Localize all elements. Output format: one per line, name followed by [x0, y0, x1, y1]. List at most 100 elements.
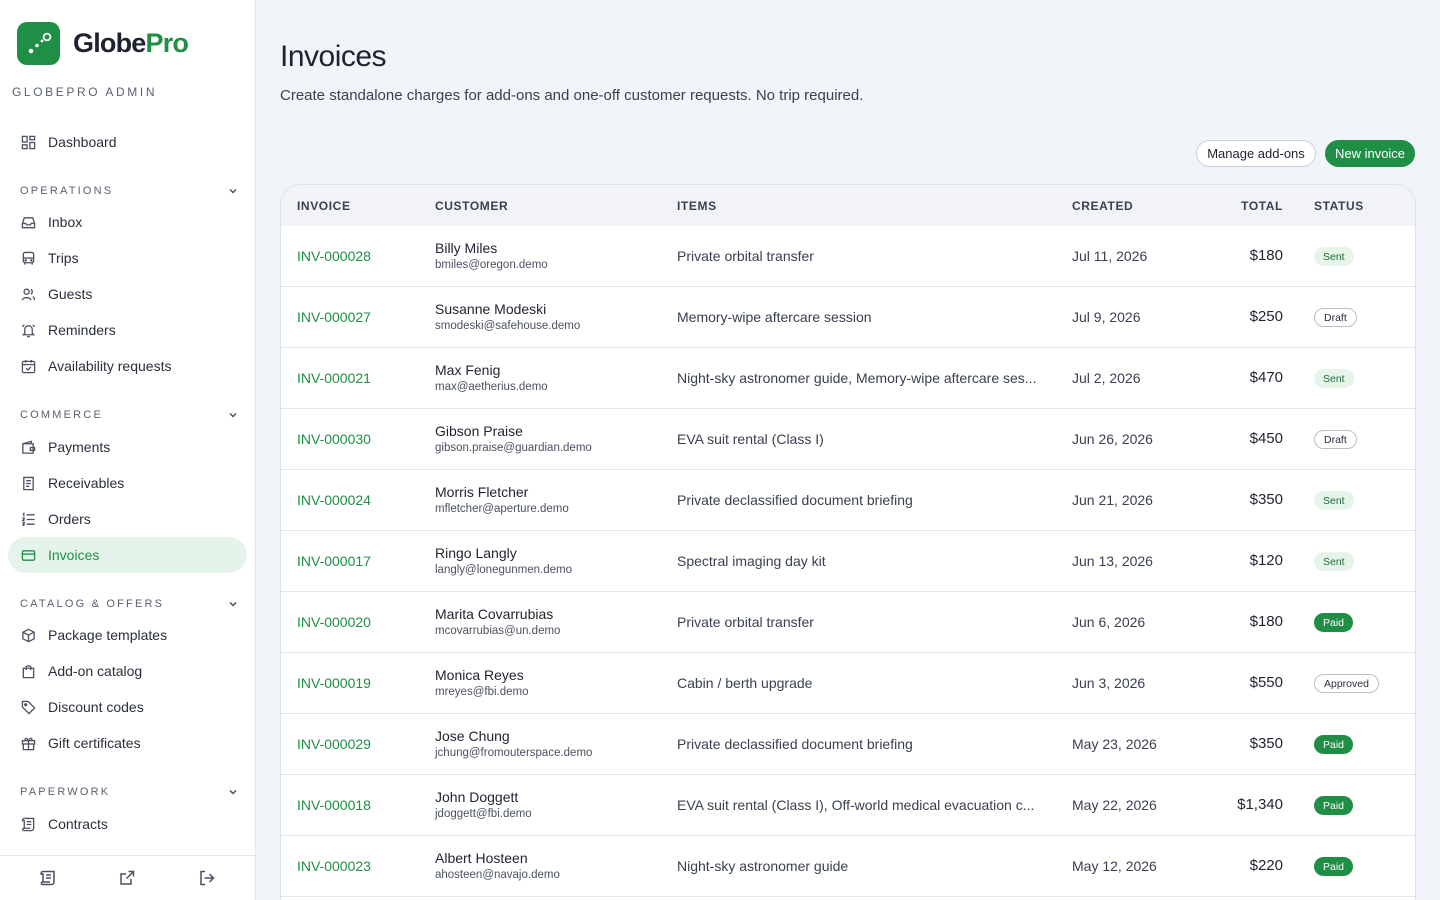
- sidebar-footer: [0, 855, 255, 900]
- sidebar-item-label: Receivables: [48, 475, 125, 491]
- invoice-id-link[interactable]: INV-000029: [297, 736, 371, 752]
- created-date: Jun 3, 2026: [1072, 675, 1146, 691]
- table-row[interactable]: INV-000017 Ringo Langly langly@lonegunmen.…: [281, 531, 1415, 592]
- status-badge: Sent: [1314, 247, 1354, 266]
- created-date: May 12, 2026: [1072, 858, 1157, 874]
- sidebar-item-availability-requests[interactable]: Availability requests: [8, 348, 247, 384]
- sidebar-item-reminders[interactable]: Reminders: [8, 312, 247, 348]
- brand-name-accent: Pro: [145, 28, 189, 58]
- section-operations[interactable]: OPERATIONS: [20, 185, 239, 197]
- invoice-id-link[interactable]: INV-000024: [297, 492, 371, 508]
- customer-name: Jose Chung: [435, 728, 510, 744]
- sidebar-item-gift-certificates[interactable]: Gift certificates: [8, 725, 247, 761]
- scroll-text-icon[interactable]: [39, 869, 57, 887]
- table-row[interactable]: INV-000024 Morris Fletcher mfletcher@apert…: [281, 470, 1415, 531]
- customer-name: John Doggett: [435, 789, 519, 805]
- sidebar-item-trips[interactable]: Trips: [8, 240, 247, 276]
- sidebar-item-payments[interactable]: Payments: [8, 429, 247, 465]
- grid-icon: [20, 134, 36, 150]
- customer-email: mcovarrubias@un.demo: [435, 625, 561, 637]
- page-title: Invoices: [280, 40, 387, 73]
- customer-email: mreyes@fbi.demo: [435, 686, 529, 698]
- invoice-id-link[interactable]: INV-000023: [297, 858, 371, 874]
- sidebar-item-orders[interactable]: Orders: [8, 501, 247, 537]
- invoice-total: $550: [1249, 674, 1283, 691]
- invoice-id-link[interactable]: INV-000018: [297, 797, 371, 813]
- status-badge: Paid: [1314, 735, 1354, 754]
- bus-icon: [20, 250, 36, 266]
- invoice-items: EVA suit rental (Class I), Off-world med…: [677, 797, 1035, 813]
- sidebar-item-dashboard[interactable]: Dashboard: [8, 124, 247, 160]
- table-row[interactable]: INV-000018 John Doggett jdoggett@fbi.demo E…: [281, 775, 1415, 836]
- column-header-items: ITEMS: [677, 199, 717, 213]
- gift-icon: [20, 735, 36, 751]
- manage-add-ons-button[interactable]: Manage add-ons: [1196, 140, 1316, 167]
- brand[interactable]: GlobePro: [17, 22, 189, 65]
- sidebar-item-inbox[interactable]: Inbox: [8, 204, 247, 240]
- invoice-id-link[interactable]: INV-000017: [297, 553, 371, 569]
- invoice-total: $180: [1249, 613, 1283, 630]
- invoice-total: $350: [1249, 491, 1283, 508]
- invoice-id-link[interactable]: INV-000021: [297, 370, 371, 386]
- customer-name: Ringo Langly: [435, 545, 517, 561]
- status-badge: Draft: [1314, 308, 1357, 327]
- section-label: COMMERCE: [20, 409, 103, 421]
- logout-icon[interactable]: [198, 869, 216, 887]
- table-row[interactable]: INV-000029 Jose Chung jchung@fromouterspac…: [281, 714, 1415, 775]
- column-header-created: CREATED: [1072, 199, 1134, 213]
- sidebar-item-contracts[interactable]: Contracts: [8, 806, 247, 842]
- table-row[interactable]: INV-000019 Monica Reyes mreyes@fbi.demo Cab…: [281, 653, 1415, 714]
- column-header-total: TOTAL: [1241, 199, 1283, 213]
- section-commerce[interactable]: COMMERCE: [20, 409, 239, 421]
- invoice-id-link[interactable]: INV-000027: [297, 309, 371, 325]
- customer-email: langly@lonegunmen.demo: [435, 564, 572, 576]
- invoice-id-link[interactable]: INV-000028: [297, 248, 371, 264]
- new-invoice-button[interactable]: New invoice: [1325, 140, 1415, 167]
- table-row[interactable]: INV-000021 Max Fenig max@aetherius.demo Nig…: [281, 348, 1415, 409]
- column-header-status: STATUS: [1314, 199, 1364, 213]
- sidebar-item-label: Discount codes: [48, 699, 144, 715]
- table-row[interactable]: INV-000030 Gibson Praise gibson.praise@gua…: [281, 409, 1415, 470]
- sidebar-item-guests[interactable]: Guests: [8, 276, 247, 312]
- customer-name: Monica Reyes: [435, 667, 524, 683]
- customer-name: Marita Covarrubias: [435, 606, 554, 622]
- sidebar-item-receivables[interactable]: Receivables: [8, 465, 247, 501]
- sidebar-item-invoices[interactable]: Invoices: [8, 537, 247, 573]
- created-date: May 22, 2026: [1072, 797, 1157, 813]
- section-paperwork[interactable]: PAPERWORK: [20, 786, 239, 798]
- sidebar-item-label: Contracts: [48, 816, 108, 832]
- table-row[interactable]: INV-000020 Marita Covarrubias mcovarrubias…: [281, 592, 1415, 653]
- calendar-check-icon: [20, 358, 36, 374]
- created-date: May 23, 2026: [1072, 736, 1157, 752]
- table-header: INVOICE CUSTOMER ITEMS CREATED TOTAL STA…: [281, 185, 1415, 226]
- invoice-items: Night-sky astronomer guide: [677, 858, 849, 874]
- sidebar-item-discount-codes[interactable]: Discount codes: [8, 689, 247, 725]
- table-row[interactable]: INV-000023 Albert Hosteen ahosteen@navajo.…: [281, 836, 1415, 897]
- invoice-id-link[interactable]: INV-000019: [297, 675, 371, 691]
- sidebar-item-add-on-catalog[interactable]: Add-on catalog: [8, 653, 247, 689]
- customer-name: Max Fenig: [435, 362, 501, 378]
- sidebar-item-package-templates[interactable]: Package templates: [8, 617, 247, 653]
- brand-name-main: Globe: [73, 28, 146, 58]
- invoice-total: $470: [1249, 369, 1283, 386]
- invoice-id-link[interactable]: INV-000030: [297, 431, 371, 447]
- customer-email: jdoggett@fbi.demo: [435, 808, 532, 820]
- sidebar-item-label: Availability requests: [48, 358, 172, 374]
- sidebar-item-label: Add-on catalog: [48, 663, 143, 679]
- external-link-icon[interactable]: [118, 869, 136, 887]
- customer-email: gibson.praise@guardian.demo: [435, 442, 592, 454]
- list-ordered-icon: [20, 511, 36, 527]
- invoice-items: EVA suit rental (Class I): [677, 431, 824, 447]
- status-badge: Paid: [1314, 857, 1354, 876]
- invoice-id-link[interactable]: INV-000020: [297, 614, 371, 630]
- admin-label: GLOBEPRO ADMIN: [12, 85, 158, 99]
- invoice-total: $180: [1249, 247, 1283, 264]
- table-row[interactable]: INV-000028 Billy Miles bmiles@oregon.demo P…: [281, 226, 1415, 287]
- table-row[interactable]: INV-000027 Susanne Modeski smodeski@safeho…: [281, 287, 1415, 348]
- section-catalog-offers[interactable]: CATALOG & OFFERS: [20, 598, 239, 610]
- customer-name: Susanne Modeski: [435, 301, 547, 317]
- alarm-icon: [20, 322, 36, 338]
- invoice-total: $220: [1249, 857, 1283, 874]
- customer-email: max@aetherius.demo: [435, 381, 548, 393]
- status-badge: Paid: [1314, 796, 1354, 815]
